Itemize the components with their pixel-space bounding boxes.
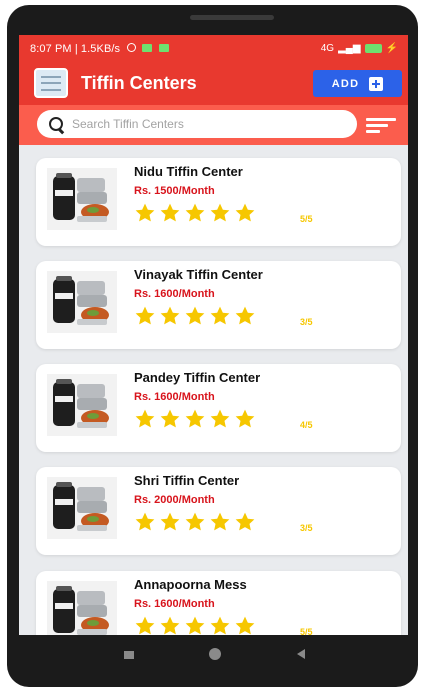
item-price: Rs. 1500/Month	[134, 185, 215, 197]
star-rating	[134, 511, 259, 533]
star-icon	[160, 306, 180, 325]
star-icon	[160, 512, 180, 531]
item-name: Annapoorna Mess	[134, 577, 247, 592]
app-logo-icon	[34, 68, 68, 98]
tiffin-box-image	[47, 271, 117, 333]
star-rating	[134, 615, 259, 635]
alarm-icon	[127, 43, 137, 52]
star-icon	[235, 409, 255, 428]
system-nav-bar	[7, 635, 418, 675]
star-icon	[160, 616, 180, 635]
star-rating	[134, 305, 259, 327]
phone-frame: 8:07 PM | 1.5KB/s 4G ▂▄▆ ⚡ Tiffin Center…	[7, 5, 418, 687]
item-price: Rs. 2000/Month	[134, 494, 215, 506]
star-icon	[210, 512, 230, 531]
home-icon[interactable]	[209, 648, 221, 660]
notification-icon	[142, 44, 153, 52]
list-item[interactable]: Annapoorna Mess Rs. 1600/Month 5/5	[36, 571, 401, 635]
status-time: 8:07 PM | 1.5KB/s	[30, 43, 121, 55]
item-rating: 3/5	[300, 317, 313, 327]
star-icon	[210, 409, 230, 428]
item-name: Vinayak Tiffin Center	[134, 267, 263, 282]
star-icon	[185, 512, 205, 531]
search-bar: Search Tiffin Centers	[19, 105, 408, 145]
list-item[interactable]: Shri Tiffin Center Rs. 2000/Month 3/5	[36, 467, 401, 555]
star-rating	[134, 202, 259, 224]
star-icon	[210, 203, 230, 222]
tiffin-box-image	[47, 581, 117, 635]
star-icon	[135, 409, 155, 428]
search-input[interactable]: Search Tiffin Centers	[37, 110, 357, 138]
list-item[interactable]: Pandey Tiffin Center Rs. 1600/Month 4/5	[36, 364, 401, 452]
item-name: Shri Tiffin Center	[134, 473, 240, 488]
star-rating	[134, 408, 259, 430]
page-title: Tiffin Centers	[81, 73, 197, 93]
star-icon	[210, 616, 230, 635]
tiffin-list: Nidu Tiffin Center Rs. 1500/Month 5/5 Vi…	[19, 145, 408, 635]
star-icon	[135, 512, 155, 531]
list-item[interactable]: Vinayak Tiffin Center Rs. 1600/Month 3/5	[36, 261, 401, 349]
star-icon	[185, 409, 205, 428]
star-icon	[235, 616, 255, 635]
item-price: Rs. 1600/Month	[134, 391, 215, 403]
status-left: 8:07 PM | 1.5KB/s	[30, 43, 169, 55]
item-rating: 5/5	[300, 214, 313, 224]
status-right: 4G ▂▄▆ ⚡	[321, 43, 398, 54]
star-icon	[210, 306, 230, 325]
star-icon	[235, 306, 255, 325]
search-icon	[49, 117, 63, 131]
star-icon	[185, 306, 205, 325]
tiffin-box-image	[47, 168, 117, 230]
star-icon	[135, 616, 155, 635]
star-icon	[235, 203, 255, 222]
item-rating: 3/5	[300, 523, 313, 533]
list-item[interactable]: Nidu Tiffin Center Rs. 1500/Month 5/5	[36, 158, 401, 246]
app-bar: Tiffin Centers ADD	[19, 65, 408, 105]
item-name: Pandey Tiffin Center	[134, 370, 261, 385]
network-label: 4G	[320, 43, 335, 54]
screen: 8:07 PM | 1.5KB/s 4G ▂▄▆ ⚡ Tiffin Center…	[19, 35, 408, 635]
star-icon	[135, 203, 155, 222]
star-icon	[185, 203, 205, 222]
star-icon	[135, 306, 155, 325]
item-rating: 4/5	[300, 420, 313, 430]
star-icon	[185, 616, 205, 635]
status-bar: 8:07 PM | 1.5KB/s 4G ▂▄▆ ⚡	[19, 35, 408, 65]
item-name: Nidu Tiffin Center	[134, 164, 243, 179]
add-button-label: ADD	[331, 77, 360, 90]
tiffin-box-image	[47, 374, 117, 436]
star-icon	[160, 203, 180, 222]
star-icon	[160, 409, 180, 428]
back-icon[interactable]	[297, 649, 305, 659]
tiffin-box-image	[47, 477, 117, 539]
signal-icon: ▂▄▆	[338, 43, 361, 54]
battery-icon	[364, 44, 382, 53]
item-price: Rs. 1600/Month	[134, 288, 215, 300]
search-placeholder: Search Tiffin Centers	[72, 117, 184, 131]
plus-icon	[369, 76, 384, 91]
item-rating: 5/5	[300, 627, 313, 635]
notification-icon	[158, 44, 169, 52]
item-price: Rs. 1600/Month	[134, 598, 215, 610]
star-icon	[235, 512, 255, 531]
recents-icon[interactable]	[124, 651, 134, 659]
charging-icon: ⚡	[385, 43, 398, 54]
filter-icon[interactable]	[366, 118, 396, 134]
add-button[interactable]: ADD	[313, 70, 402, 97]
speaker-grille	[190, 15, 274, 20]
